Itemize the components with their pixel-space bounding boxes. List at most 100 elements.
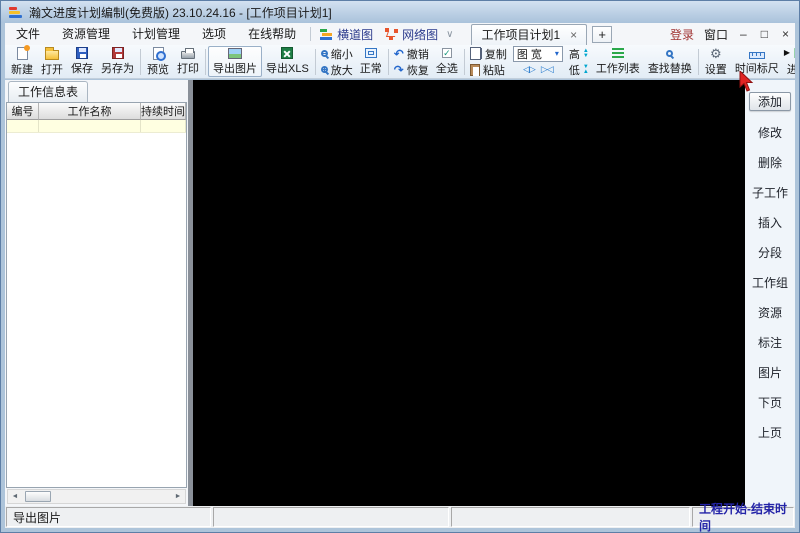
- prev-page-button[interactable]: 上页: [745, 417, 795, 447]
- new-tab-button[interactable]: +: [592, 25, 613, 43]
- flag-icon: ⚑: [792, 47, 795, 60]
- paste-label: 粘贴: [482, 64, 505, 77]
- menu-resource[interactable]: 资源管理: [51, 23, 121, 45]
- narrow-bar-button[interactable]: ◁▷: [523, 64, 536, 75]
- paste-button[interactable]: 粘贴: [469, 62, 507, 77]
- taller-button[interactable]: 高 ▲ ▼: [569, 46, 589, 61]
- toolbar-overflow-icon[interactable]: ▶: [784, 48, 790, 57]
- redo-label: 恢复: [406, 64, 429, 77]
- window-menu[interactable]: 窗口: [704, 26, 728, 43]
- select-all-label: 全选: [435, 63, 458, 75]
- bar-width-group: 图 宽 ▾ ◁▷ ▷◁: [510, 45, 566, 77]
- network-diagram-icon: [385, 28, 399, 40]
- open-button[interactable]: 打开: [37, 46, 67, 77]
- picture-button[interactable]: 图片: [745, 357, 795, 387]
- export-xls-button[interactable]: 导出XLS: [262, 46, 313, 77]
- resource-button[interactable]: 资源: [745, 297, 795, 327]
- scrollbar-thumb[interactable]: [25, 491, 51, 502]
- network-view-label: 网络图: [402, 27, 439, 42]
- undo-button[interactable]: ↶ 撤销: [394, 46, 429, 61]
- select-all-button[interactable]: ✓ 全选: [432, 46, 462, 77]
- gantt-chart-icon: [320, 28, 333, 40]
- status-hint: 导出图片: [6, 507, 211, 527]
- print-button[interactable]: 打印: [173, 46, 203, 77]
- close-button[interactable]: ×: [780, 27, 791, 41]
- preview-label: 预览: [147, 63, 169, 76]
- new-file-icon: [16, 45, 30, 60]
- menu-file[interactable]: 文件: [5, 23, 51, 45]
- login-button[interactable]: 登录: [670, 26, 694, 43]
- gantt-view-button[interactable]: 横道图: [314, 26, 379, 43]
- scrollbar-track[interactable]: [51, 490, 171, 503]
- insert-button[interactable]: 插入: [745, 207, 795, 237]
- tab-close-icon[interactable]: ×: [570, 28, 577, 42]
- modify-button[interactable]: 修改: [745, 117, 795, 147]
- new-button[interactable]: 新建: [7, 45, 37, 77]
- zoom-out-icon: [320, 50, 328, 57]
- work-info-tab[interactable]: 工作信息表: [8, 81, 89, 102]
- work-list-label: 工作列表: [595, 63, 640, 75]
- normal-zoom-button[interactable]: 正常: [356, 46, 386, 77]
- next-page-button[interactable]: 下页: [745, 387, 795, 417]
- copy-button[interactable]: 复制: [469, 46, 507, 61]
- workgroup-button[interactable]: 工作组: [745, 267, 795, 297]
- scroll-right-icon[interactable]: ►: [171, 490, 185, 503]
- add-button[interactable]: 添加: [749, 92, 791, 111]
- redo-button[interactable]: ↷ 恢复: [394, 62, 429, 77]
- menu-plan[interactable]: 计划管理: [121, 23, 191, 45]
- bar-width-dropdown[interactable]: 图 宽 ▾: [512, 45, 563, 62]
- column-header-id[interactable]: 编号: [7, 103, 39, 120]
- table-body-empty[interactable]: [7, 133, 186, 487]
- content-area: 工作信息表 编号 工作名称 持续时间 ◄ ► 添加 修改 删除 子工作 插入 分…: [5, 80, 795, 506]
- table-row[interactable]: [7, 120, 186, 133]
- column-header-name[interactable]: 工作名称: [39, 103, 141, 120]
- height-arrows-icon: ▼ ▲: [582, 63, 589, 75]
- delete-button[interactable]: 删除: [745, 147, 795, 177]
- menu-options[interactable]: 选项: [191, 23, 237, 45]
- segment-button[interactable]: 分段: [745, 237, 795, 267]
- save-as-button[interactable]: 另存为: [97, 46, 138, 77]
- checkbox-icon: ✓: [441, 48, 452, 58]
- zoom-in-button[interactable]: 放大: [320, 62, 353, 77]
- app-window: 瀚文进度计划编制(免费版) 23.10.24.16 - [工作项目计划1] 文件…: [0, 0, 800, 533]
- maximize-button[interactable]: □: [759, 27, 770, 41]
- zoom-group: 缩小 放大: [318, 46, 356, 77]
- separator: [697, 48, 699, 75]
- horizontal-scrollbar[interactable]: ◄ ►: [7, 489, 186, 504]
- find-replace-button[interactable]: 查找替换: [644, 46, 696, 77]
- menubar-right: 登录 窗口 – □ ×: [670, 26, 795, 43]
- separator: [205, 48, 206, 75]
- paste-icon: [469, 63, 480, 76]
- chevron-down-icon[interactable]: ∨: [446, 29, 453, 40]
- copy-label: 复制: [484, 48, 507, 61]
- zoom-out-button[interactable]: 缩小: [320, 46, 353, 61]
- settings-label: 设置: [704, 63, 727, 76]
- undo-group: ↶ 撤销 ↷ 恢复: [391, 46, 432, 77]
- gantt-canvas[interactable]: [193, 80, 745, 506]
- annotation-button[interactable]: 标注: [745, 327, 795, 357]
- subtask-button[interactable]: 子工作: [745, 177, 795, 207]
- column-header-duration[interactable]: 持续时间: [141, 103, 186, 120]
- time-ruler-button[interactable]: 时间标尺: [731, 46, 783, 77]
- print-label: 打印: [177, 63, 199, 75]
- minimize-button[interactable]: –: [738, 27, 749, 41]
- save-as-label: 另存为: [101, 63, 134, 75]
- document-tab[interactable]: 工作项目计划1 ×: [471, 23, 588, 45]
- settings-button[interactable]: ⚙ 设置: [701, 46, 731, 77]
- search-icon: [666, 49, 674, 57]
- scroll-left-icon[interactable]: ◄: [8, 490, 22, 503]
- zoom-out-label: 缩小: [330, 48, 353, 61]
- taller-label: 高: [568, 48, 580, 61]
- network-view-button[interactable]: 网络图: [379, 26, 444, 43]
- copy-icon: [469, 47, 482, 60]
- work-list-button[interactable]: 工作列表: [592, 46, 644, 77]
- shorter-button[interactable]: 低 ▼ ▲: [569, 62, 589, 77]
- export-xls-label: 导出XLS: [266, 63, 309, 75]
- separator: [314, 48, 316, 75]
- export-image-button[interactable]: 导出图片: [208, 46, 262, 77]
- menu-help[interactable]: 在线帮助: [237, 23, 307, 45]
- widen-bar-button[interactable]: ▷◁: [541, 64, 554, 75]
- save-button[interactable]: 保存: [67, 46, 97, 77]
- preview-button[interactable]: 预览: [143, 46, 173, 77]
- menu-bar: 文件 资源管理 计划管理 选项 在线帮助 横道图 网络图 ∨ 工作项目计划1 ×…: [5, 23, 795, 45]
